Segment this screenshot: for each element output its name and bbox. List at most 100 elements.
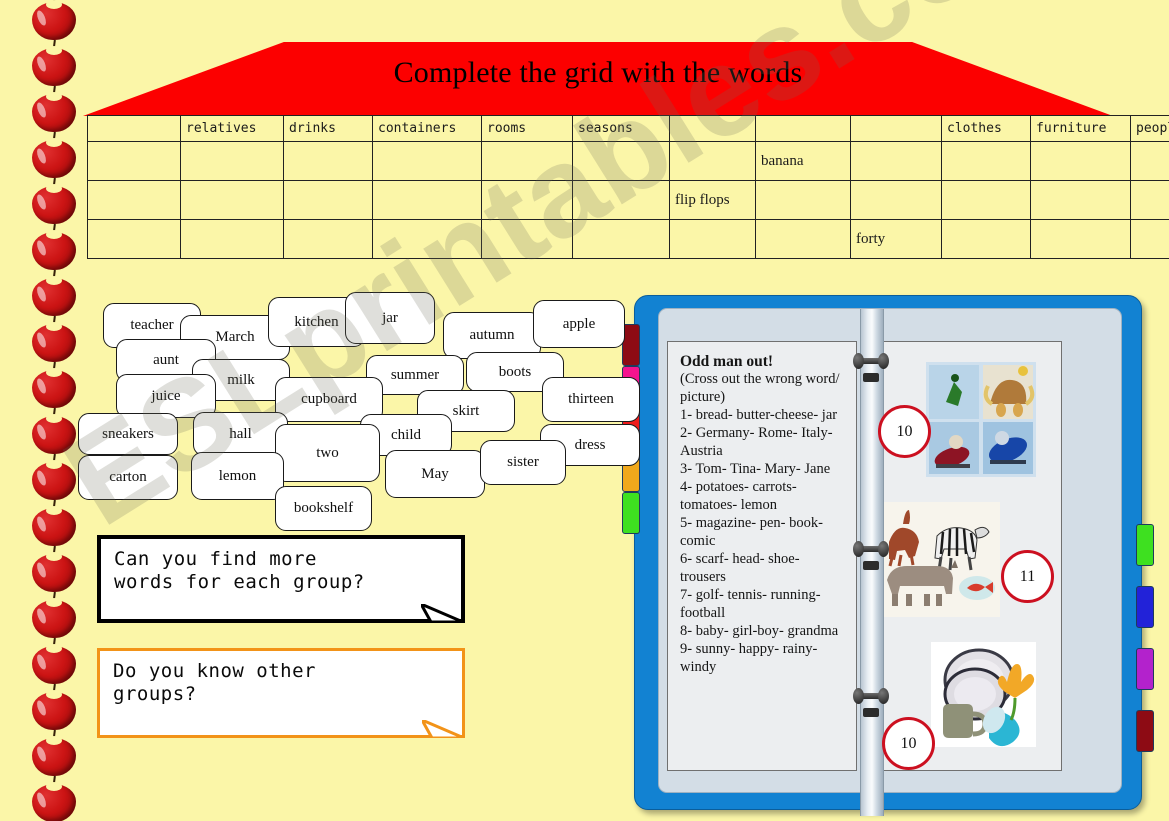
picture-number-1: 10	[878, 405, 931, 458]
word-card-label: milk	[227, 371, 255, 388]
grid-cell-r1-c5[interactable]	[572, 180, 670, 220]
winter-sports-photo	[926, 362, 1036, 477]
word-card-jar[interactable]: jar	[345, 292, 435, 344]
grid-cell-r0-c8[interactable]	[850, 141, 942, 181]
binder-tab-right-2[interactable]	[1136, 648, 1154, 690]
odd-man-out-item-2: 2- Germany- Rome- Italy- Austria	[680, 425, 833, 460]
word-card-label: March	[215, 329, 255, 345]
callout-find-more-words: Can you find more words for each group?	[97, 535, 465, 623]
grid-cell-r0-c1[interactable]	[180, 141, 284, 181]
word-card-sister[interactable]: sister	[480, 440, 566, 485]
grid-cell-r2-c7[interactable]	[755, 219, 851, 259]
grid-header-cell-9: clothes	[941, 115, 1031, 142]
grid-cell-r1-c1[interactable]	[180, 180, 284, 220]
apple-icon	[32, 223, 76, 270]
grid-cell-r2-c3[interactable]	[372, 219, 482, 259]
grid-cell-r1-c3[interactable]	[372, 180, 482, 220]
word-card-thirteen[interactable]: thirteen	[542, 377, 640, 422]
grid-cell-r0-c6[interactable]	[669, 141, 756, 181]
grid-header-cell-3: containers	[372, 115, 482, 142]
grid-cell-r1-c9[interactable]	[941, 180, 1031, 220]
word-card-label: child	[391, 426, 421, 443]
apple-icon	[32, 315, 76, 362]
grid-cell-r1-c7[interactable]	[755, 180, 851, 220]
grid-cell-r0-c11[interactable]	[1130, 141, 1169, 181]
word-card-label: boots	[498, 363, 532, 380]
apple-icon	[32, 269, 76, 316]
apple-border-decoration	[0, 0, 88, 821]
apple-icon	[32, 131, 76, 178]
grid-cell-r2-c1[interactable]	[180, 219, 284, 259]
grid-cell-r2-c0[interactable]	[87, 219, 181, 259]
word-card-label: lemon	[218, 467, 257, 484]
grid-cell-r1-c4[interactable]	[481, 180, 573, 220]
apple-icon	[32, 499, 76, 546]
grid-cell-r0-c2[interactable]	[283, 141, 373, 181]
binder-tab-right-0[interactable]	[1136, 524, 1154, 566]
grid-cell-r0-c9[interactable]	[941, 141, 1031, 181]
binder-page-right: 10 11 10	[872, 341, 1062, 771]
grid-cell-r2-c9[interactable]	[941, 219, 1031, 259]
odd-man-out-item-9: 9- sunny- happy- rainy- windy	[680, 640, 818, 675]
grid-cell-r2-c5[interactable]	[572, 219, 670, 259]
grid-cell-r0-c10[interactable]	[1030, 141, 1131, 181]
binder-tab-left-4[interactable]	[622, 492, 640, 534]
grid-cell-r2-c8[interactable]: forty	[850, 219, 942, 259]
binder-page-left: Odd man out! (Cross out the wrong word/ …	[667, 341, 857, 771]
word-card-carton[interactable]: carton	[78, 455, 178, 500]
apple-icon	[32, 361, 76, 408]
binder-clasp-middle	[863, 561, 879, 570]
grid-cell-r2-c10[interactable]	[1030, 219, 1131, 259]
apple-icon	[32, 85, 76, 132]
grid-cell-r0-c3[interactable]	[372, 141, 482, 181]
word-card-May[interactable]: May	[385, 450, 485, 498]
apple-icon	[32, 683, 76, 730]
apple-icon	[32, 775, 76, 821]
grid-cell-r0-c4[interactable]	[481, 141, 573, 181]
apple-icon	[32, 545, 76, 592]
grid-cell-r1-c8[interactable]	[850, 180, 942, 220]
grid-cell-r1-c2[interactable]	[283, 180, 373, 220]
grid-cell-r1-c6[interactable]: flip flops	[669, 180, 756, 220]
word-card-label: dress	[574, 436, 606, 453]
word-card-label: summer	[390, 366, 440, 383]
grid-header-cell-10: furniture	[1030, 115, 1131, 142]
grid-header-cell-7	[755, 115, 851, 142]
word-card-two[interactable]: two	[275, 424, 380, 482]
word-card-apple[interactable]: apple	[533, 300, 625, 348]
grid-cell-r0-c5[interactable]	[572, 141, 670, 181]
grid-cell-r2-c11[interactable]	[1130, 219, 1169, 259]
callout-2-line-2: groups?	[113, 683, 197, 706]
grid-cell-r0-c0[interactable]	[87, 141, 181, 181]
binder-tab-right-1[interactable]	[1136, 586, 1154, 628]
grid-cell-r1-c10[interactable]	[1030, 180, 1131, 220]
word-card-label: sneakers	[102, 425, 154, 442]
animals-photo	[875, 502, 1000, 617]
odd-man-out-subtitle: (Cross out the wrong word/ picture)	[680, 371, 840, 406]
word-card-lemon[interactable]: lemon	[191, 452, 284, 500]
word-card-label: May	[421, 465, 449, 482]
callout-1-line-1: Can you find more	[114, 548, 317, 570]
tableware-photo	[931, 642, 1036, 747]
word-card-label: cupboard	[301, 391, 357, 407]
binder-clasp-top	[863, 373, 879, 382]
word-card-hall[interactable]: hall	[193, 412, 288, 456]
grid-cell-r0-c7[interactable]: banana	[755, 141, 851, 181]
grid-row: banana	[87, 141, 1169, 181]
word-card-label: teacher	[130, 317, 174, 333]
word-card-sneakers[interactable]: sneakers	[78, 413, 178, 455]
apple-icon	[32, 39, 76, 86]
grid-cell-r2-c4[interactable]	[481, 219, 573, 259]
word-card-bookshelf[interactable]: bookshelf	[275, 486, 372, 531]
callout-2-line-1: Do you know other	[113, 660, 316, 682]
grid-cell-r2-c6[interactable]	[669, 219, 756, 259]
ring-binder: Odd man out! (Cross out the wrong word/ …	[622, 295, 1154, 816]
grid-header-cell-2: drinks	[283, 115, 373, 142]
binder-clasp-bottom	[863, 708, 879, 717]
grid-header-cell-11: people	[1130, 115, 1169, 142]
grid-cell-r1-c0[interactable]	[87, 180, 181, 220]
grid-cell-r2-c2[interactable]	[283, 219, 373, 259]
grid-cell-r1-c11[interactable]	[1130, 180, 1169, 220]
binder-tab-right-3[interactable]	[1136, 710, 1154, 752]
apple-icon	[32, 637, 76, 684]
